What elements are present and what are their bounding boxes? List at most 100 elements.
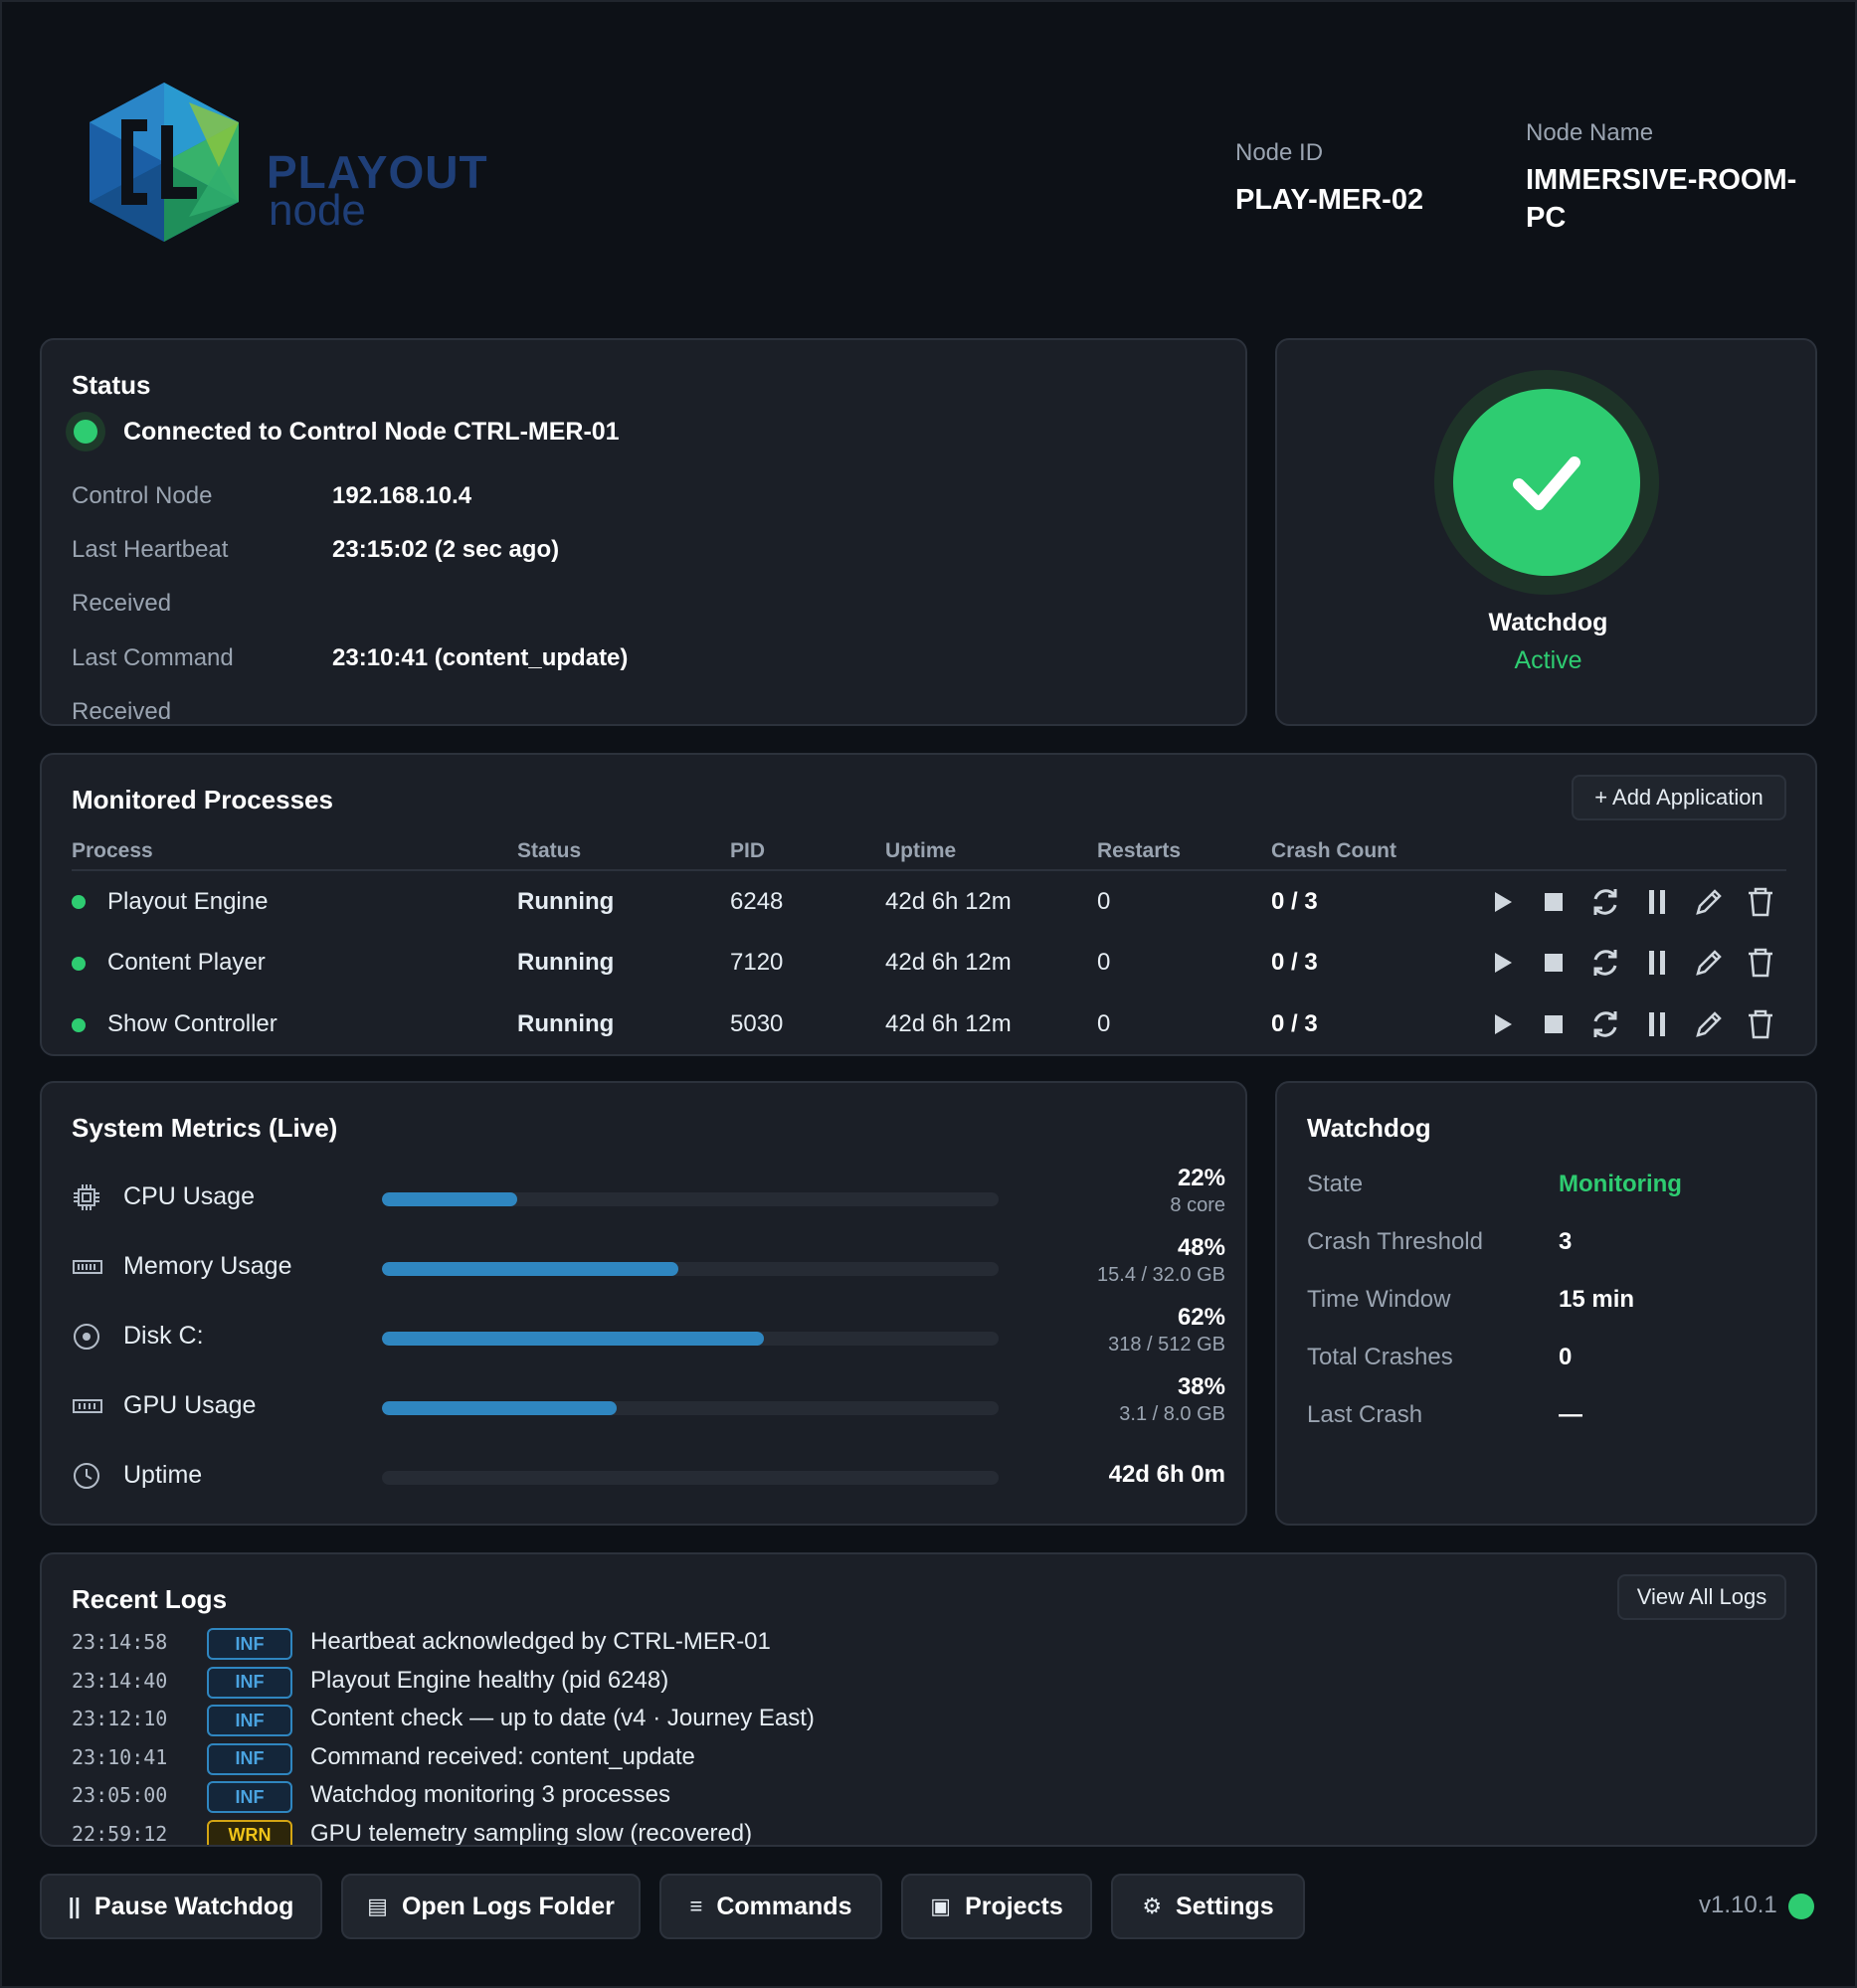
log-level-badge: INF — [207, 1781, 292, 1813]
column-header: Process — [72, 832, 517, 871]
log-time: 23:05:00 — [72, 1783, 168, 1807]
delete-icon[interactable] — [1743, 945, 1778, 981]
restart-icon[interactable] — [1587, 884, 1623, 920]
metric-value: 22% — [1177, 1165, 1225, 1191]
watchdog-state-value: Monitoring — [1559, 1171, 1682, 1197]
process-uptime: 42d 6h 12m — [885, 949, 1012, 976]
process-pid: 5030 — [730, 1010, 784, 1037]
footer-button-label: Open Logs Folder — [401, 1892, 615, 1920]
footer-button-label: Settings — [1176, 1892, 1274, 1920]
edit-icon[interactable] — [1691, 1006, 1727, 1042]
metrics-title: System Metrics (Live) — [72, 1113, 338, 1143]
metric-bar-fill — [382, 1401, 617, 1415]
delete-icon[interactable] — [1743, 1006, 1778, 1042]
process-crash-count: 0 / 3 — [1271, 887, 1318, 915]
metric-row: Disk C: 62% 318 / 512 GB — [72, 1304, 1225, 1379]
pause-icon[interactable] — [1639, 1006, 1675, 1042]
process-restarts: 0 — [1097, 887, 1111, 915]
metric-name: GPU Usage — [123, 1391, 257, 1419]
log-message: GPU telemetry sampling slow (recovered) — [310, 1819, 753, 1847]
clock-icon — [72, 1461, 105, 1495]
folder-icon: ▤ — [367, 1894, 388, 1918]
metric-detail: 8 core — [1170, 1194, 1225, 1216]
metric-value: 42d 6h 0m — [1108, 1461, 1225, 1488]
process-uptime: 42d 6h 12m — [885, 887, 1012, 915]
open-logs-folder-button[interactable]: ▤ Open Logs Folder — [341, 1874, 641, 1939]
watchdog-row-label: Time Window — [1307, 1286, 1451, 1313]
watchdog-row-value: 15 min — [1559, 1286, 1635, 1313]
table-header-row: Process Status PID Uptime Restarts Crash… — [72, 832, 1786, 871]
logs-panel: Recent Logs View All Logs 23:14:58 INF H… — [40, 1552, 1817, 1847]
log-entry: 23:12:10 INF Content check — up to date … — [72, 1705, 1564, 1738]
restart-icon[interactable] — [1587, 1006, 1623, 1042]
metric-detail: 318 / 512 GB — [1108, 1334, 1225, 1355]
metric-bar — [382, 1401, 999, 1415]
logo-subtitle: node — [269, 186, 366, 235]
status-row-value: 23:10:41 (content_update) — [332, 644, 629, 671]
add-application-button[interactable]: + Add Application — [1572, 775, 1786, 820]
pause-watchdog-button[interactable]: || Pause Watchdog — [40, 1874, 322, 1939]
log-entry: 23:14:58 INF Heartbeat acknowledged by C… — [72, 1628, 1564, 1662]
process-uptime: 42d 6h 12m — [885, 1010, 1012, 1037]
play-icon[interactable] — [1484, 1006, 1520, 1042]
version-label: v1.10.1 — [1699, 1892, 1777, 1918]
watchdog-details-panel: Watchdog State Monitoring Crash Threshol… — [1275, 1081, 1817, 1526]
edit-icon[interactable] — [1691, 884, 1727, 920]
footer-button-label: Pause Watchdog — [93, 1892, 294, 1920]
status-title: Status — [72, 370, 151, 400]
watchdog-row-total-crashes: Total Crashes 0 — [1307, 1344, 1804, 1383]
process-crash-count: 0 / 3 — [1271, 1010, 1318, 1037]
log-time: 23:14:58 — [72, 1630, 168, 1654]
log-entry: 23:05:00 INF Watchdog monitoring 3 proce… — [72, 1781, 1564, 1815]
pause-icon[interactable] — [1639, 884, 1675, 920]
list-icon: ≡ — [689, 1894, 703, 1918]
watchdog-row-value: — — [1559, 1401, 1582, 1428]
log-level-badge: WRN — [207, 1819, 292, 1845]
log-level-badge: INF — [207, 1705, 292, 1736]
stop-icon[interactable] — [1536, 945, 1572, 981]
table-row: Playout Engine Running 6248 42d 6h 12m 0… — [72, 870, 1786, 932]
process-name: Content Player — [107, 949, 266, 976]
status-row-value: 192.168.10.4 — [332, 482, 472, 509]
projects-button[interactable]: ▣ Projects — [901, 1874, 1092, 1939]
logo-hexagon-icon — [90, 83, 239, 242]
stop-icon[interactable] — [1536, 884, 1572, 920]
watchdog-row-last-crash: Last Crash — — [1307, 1401, 1804, 1441]
table-row: Show Controller Running 5030 42d 6h 12m … — [72, 994, 1786, 1054]
metric-bar — [382, 1262, 999, 1276]
log-entry: 22:59:12 WRN GPU telemetry sampling slow… — [72, 1819, 1564, 1847]
log-message: Playout Engine healthy (pid 6248) — [310, 1666, 669, 1694]
process-status: Running — [517, 1010, 615, 1037]
process-name: Show Controller — [107, 1010, 278, 1037]
watchdog-title: Watchdog — [1307, 1113, 1431, 1143]
process-name-cell: Content Player — [72, 932, 517, 994]
delete-icon[interactable] — [1743, 884, 1778, 920]
edit-icon[interactable] — [1691, 945, 1727, 981]
watchdog-badge-panel: Watchdog Active — [1275, 338, 1817, 726]
play-icon[interactable] — [1484, 945, 1520, 981]
settings-button[interactable]: ⚙ Settings — [1111, 1874, 1305, 1939]
footer-button-label: Commands — [716, 1892, 852, 1920]
restart-icon[interactable] — [1587, 945, 1623, 981]
processes-table: Process Status PID Uptime Restarts Crash… — [72, 832, 1786, 1054]
metric-name: Memory Usage — [123, 1252, 292, 1280]
metrics-panel: System Metrics (Live) CPU Usage 22% 8 co… — [40, 1081, 1247, 1526]
process-actions — [1470, 994, 1786, 1054]
process-name-cell: Show Controller — [72, 994, 517, 1054]
commands-button[interactable]: ≡ Commands — [659, 1874, 882, 1939]
metric-bar — [382, 1192, 999, 1206]
metric-value: 38% — [1177, 1373, 1225, 1400]
stop-icon[interactable] — [1536, 1006, 1572, 1042]
watchdog-row-threshold: Crash Threshold 3 — [1307, 1228, 1804, 1268]
watchdog-row-state: State Monitoring — [1307, 1171, 1804, 1210]
view-all-logs-button[interactable]: View All Logs — [1617, 1574, 1786, 1620]
processes-panel: Monitored Processes + Add Application Pr… — [40, 753, 1817, 1056]
play-icon[interactable] — [1484, 884, 1520, 920]
pause-icon[interactable] — [1639, 945, 1675, 981]
log-level-badge: INF — [207, 1628, 292, 1660]
process-pid: 7120 — [730, 949, 784, 976]
process-status-dot — [72, 956, 86, 971]
footer-button-label: Projects — [965, 1892, 1063, 1920]
metric-detail: 3.1 / 8.0 GB — [1119, 1403, 1225, 1425]
metric-bar-fill — [382, 1192, 518, 1206]
